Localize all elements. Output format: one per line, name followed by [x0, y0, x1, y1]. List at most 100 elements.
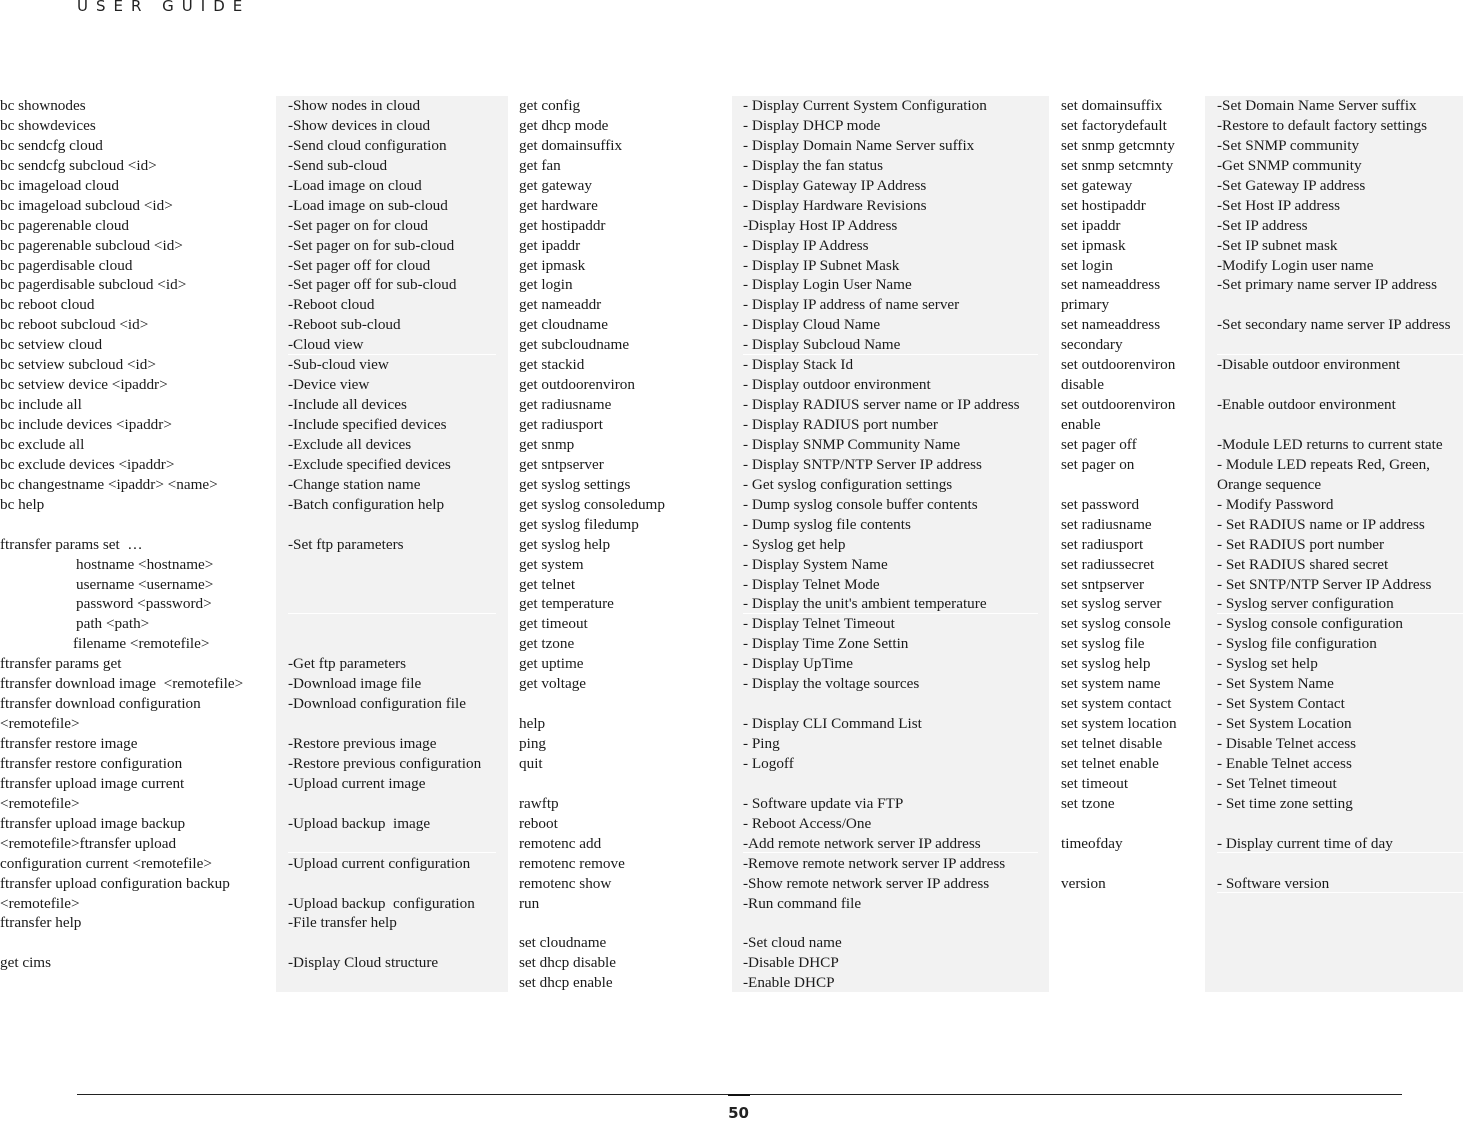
description-line: -Reboot sub-cloud	[288, 316, 401, 334]
row-divider	[288, 354, 496, 355]
description-line: -Restore to default factory settings	[1217, 116, 1428, 134]
description-line	[288, 515, 508, 535]
description-line	[1217, 295, 1463, 315]
command-line: set dhcp disable	[519, 954, 617, 972]
description-line: - Display UpTime	[743, 655, 853, 673]
command-line: get sntpserver	[519, 455, 604, 473]
command-line: set radiusname	[1061, 515, 1152, 533]
description-line: - Display Login User Name	[743, 276, 912, 294]
command-line: hostname <hostname>	[76, 555, 214, 573]
description-line: -Sub-cloud view	[288, 356, 389, 374]
description-line	[743, 913, 1049, 933]
description-line: - Syslog console configuration	[1217, 615, 1404, 633]
command-line: ftransfer upload configuration backup	[0, 874, 230, 892]
command-line: ftransfer download configuration	[0, 695, 201, 713]
command-line: get voltage	[519, 675, 587, 693]
description-line: -Set SNMP community	[1217, 136, 1360, 154]
command-line: set sntpserver	[1061, 575, 1145, 593]
command-line: set snmp setcmnty	[1061, 156, 1174, 174]
description-line: -Set IP address	[1217, 216, 1308, 234]
description-line: -Exclude all devices	[288, 435, 412, 453]
command-line: set domainsuffix	[1061, 97, 1163, 114]
description-line: -Remove remote network server IP address	[743, 854, 1006, 872]
description-line: -Set Host IP address	[1217, 196, 1341, 214]
description-line: - Display Subcloud Name	[743, 336, 901, 354]
description-line	[288, 714, 508, 734]
command-line: get radiusname	[519, 396, 612, 414]
command-line: set syslog server	[1061, 595, 1162, 613]
row-divider	[288, 852, 496, 853]
command-line: set pager off	[1061, 435, 1137, 453]
description-line: -Set Domain Name Server suffix	[1217, 97, 1417, 114]
command-line: set cloudname	[519, 934, 607, 952]
command-line: get hostipaddr	[519, 216, 606, 234]
row-divider	[1217, 892, 1463, 893]
description-line: - Display Domain Name Server suffix	[743, 136, 975, 154]
description-line	[288, 614, 508, 634]
command-line: version	[1061, 874, 1106, 892]
description-line: - Dump syslog console buffer contents	[743, 495, 978, 513]
description-line: -Send cloud configuration	[288, 136, 447, 154]
command-line: bc sendcfg cloud	[0, 136, 103, 154]
running-header: USER GUIDE	[77, 0, 251, 15]
command-line: get telnet	[519, 575, 576, 593]
description-line	[1217, 375, 1463, 395]
description-line	[288, 634, 508, 654]
description-line: - Display Gateway IP Address	[743, 176, 927, 194]
command-line: set pager on	[1061, 455, 1135, 473]
command-line: set system contact	[1061, 695, 1172, 713]
command-line	[1061, 814, 1205, 834]
command-line: secondary	[1061, 336, 1123, 354]
description-line: -Device view	[288, 376, 370, 394]
description-line: -Upload current configuration	[288, 854, 471, 872]
command-line: remotenc add	[519, 834, 602, 852]
description-line: - Set Telnet timeout	[1217, 774, 1337, 792]
description-line: - Display current time of day	[1217, 834, 1393, 852]
description-line: -Restore previous configuration	[288, 754, 482, 772]
command-line: username <username>	[76, 575, 214, 593]
command-line: reboot	[519, 814, 558, 832]
description-line: - Display outdoor environment	[743, 376, 931, 394]
command-line: set ipmask	[1061, 236, 1126, 254]
description-line: - Display DHCP mode	[743, 116, 881, 134]
description-line: - Syslog server configuration	[1217, 595, 1394, 613]
row-divider	[1217, 852, 1463, 853]
command-line: get temperature	[519, 595, 614, 613]
command-line	[519, 913, 732, 933]
description-line: - Display Telnet Mode	[743, 575, 880, 593]
row-divider	[743, 613, 1038, 614]
command-line	[1061, 475, 1205, 495]
command-line: bc setview subcloud <id>	[0, 356, 156, 374]
command-line: bc reboot subcloud <id>	[0, 316, 149, 334]
description-line: - Module LED repeats Red, Green,	[1217, 455, 1430, 473]
description-line: -Batch configuration help	[288, 495, 445, 513]
description-line: -Set pager on for cloud	[288, 216, 429, 234]
command-line: get syslog help	[519, 535, 611, 553]
command-line: get cloudname	[519, 316, 608, 334]
description-line: - Enable Telnet access	[1217, 754, 1352, 772]
command-line: ftransfer help	[0, 914, 82, 932]
description-line: - Set RADIUS shared secret	[1217, 555, 1389, 573]
description-line	[1217, 814, 1463, 834]
commands-column-3: set domainsuffix set factorydefault set sn…	[1049, 96, 1205, 894]
command-line	[1061, 854, 1205, 874]
command-line: set syslog file	[1061, 635, 1145, 653]
description-line: - Syslog get help	[743, 535, 846, 553]
command-line: ftransfer download image <remotefile>	[0, 675, 244, 693]
description-line: - Set RADIUS name or IP address	[1217, 515, 1425, 533]
description-line	[1217, 854, 1463, 874]
description-line: - Display the fan status	[743, 156, 884, 174]
description-line: - Ping	[743, 735, 780, 752]
command-line	[0, 515, 276, 535]
row-divider	[288, 613, 496, 614]
command-line: bc exclude all	[0, 435, 85, 453]
description-line: - Syslog set help	[1217, 655, 1318, 673]
description-line: -Set pager off for sub-cloud	[288, 276, 457, 294]
commands-column-1: bc shownodes bc showdevices bc sendcfg clo…	[0, 96, 276, 973]
command-line: get radiusport	[519, 416, 603, 433]
description-line: -Get ftp parameters	[288, 655, 407, 673]
description-line: - Dump syslog file contents	[743, 515, 911, 533]
command-line: bc pagerdisable cloud	[0, 256, 133, 274]
command-line: set tzone	[1061, 794, 1115, 812]
description-line: -Set ftp parameters	[288, 535, 404, 553]
